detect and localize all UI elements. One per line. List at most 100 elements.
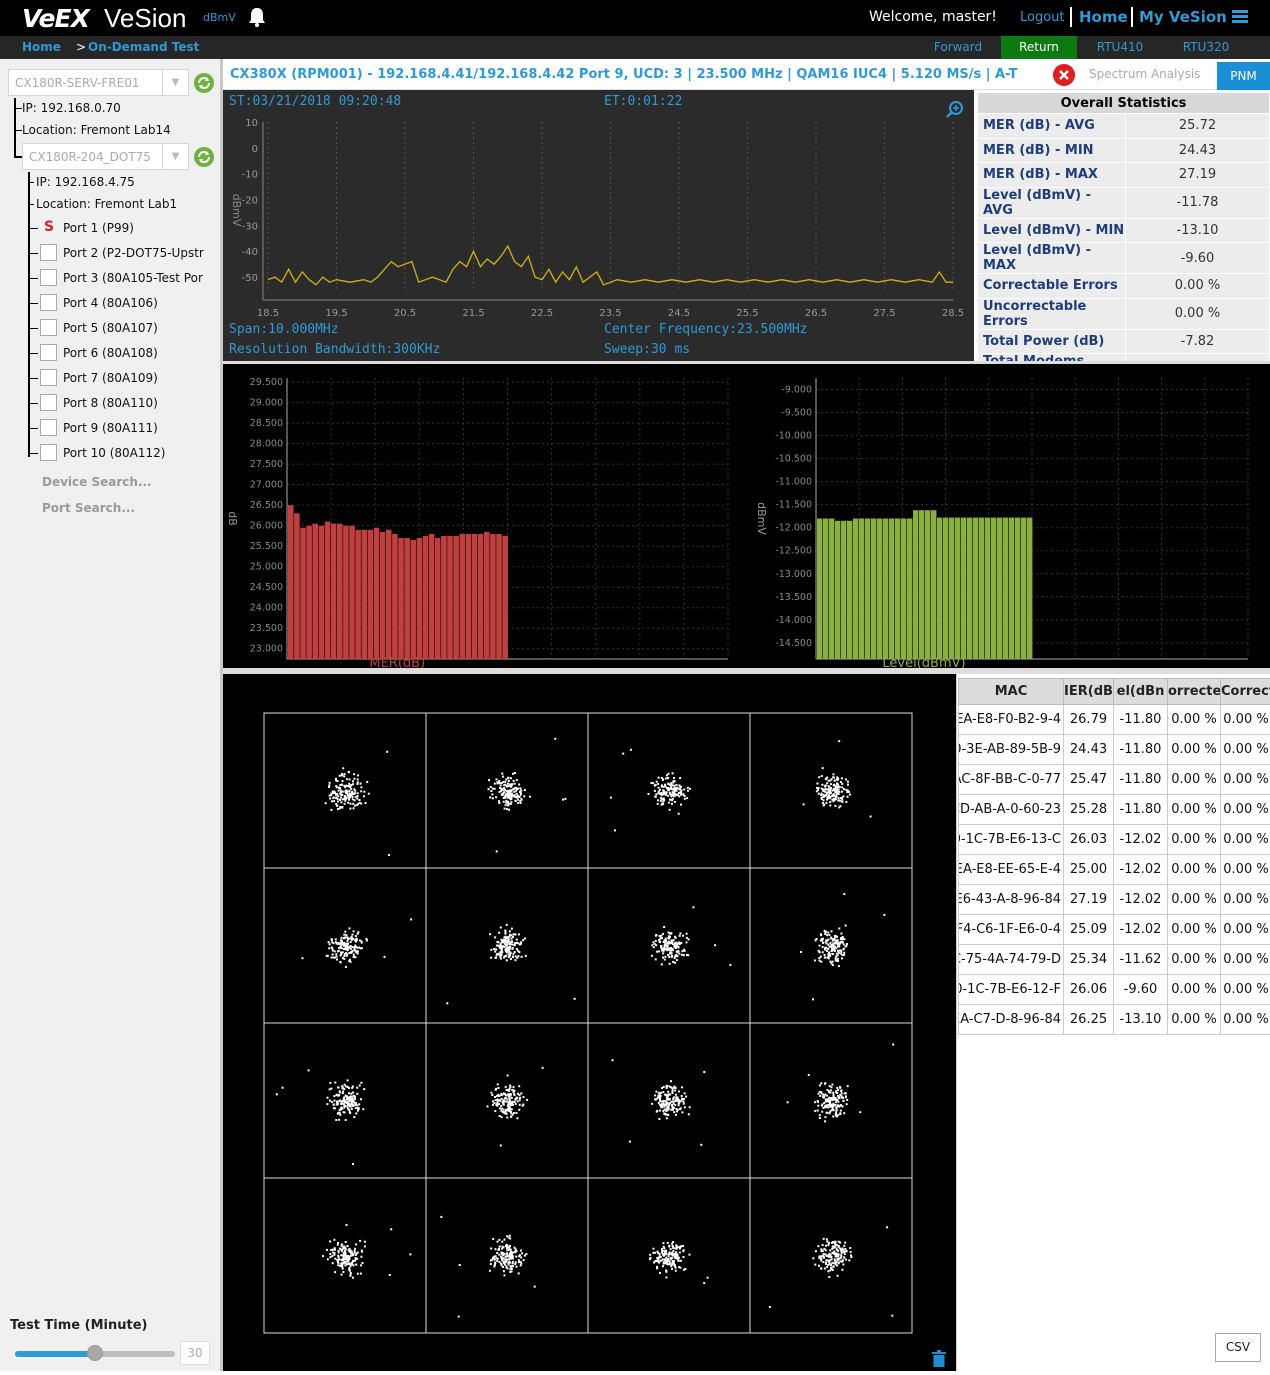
tree-line <box>28 182 34 183</box>
test-time-slider-handle[interactable] <box>87 1345 103 1361</box>
bar <box>1021 518 1026 659</box>
bar <box>997 518 1002 659</box>
table-cell: 25.47 <box>1064 765 1114 795</box>
bar <box>441 536 447 659</box>
my-vesion-link[interactable]: My VeSion <box>1139 8 1227 26</box>
device-select-1[interactable]: CX180R-SERV-FRE01 ▼ <box>8 69 189 96</box>
table-row[interactable]: 0-1C-7B-E6-12-F26.06-9.600.00 %0.00 % <box>959 975 1270 1005</box>
port-label[interactable]: Port 7 (80A109) <box>63 371 211 385</box>
port-checkbox[interactable] <box>40 294 57 311</box>
table-cell: 0.00 % <box>1168 825 1221 855</box>
table-row[interactable]: 0-60-23-CD-AB-A25.28-11.800.00 %0.00 % <box>959 795 1270 825</box>
table-cell: 0.00 % <box>1168 735 1221 765</box>
table-cell: 0.00 % <box>1168 945 1221 975</box>
bar <box>853 519 858 660</box>
column-header[interactable]: IER(dB <box>1064 679 1114 705</box>
bar <box>877 519 882 660</box>
table-row[interactable]: 8-96-84-E6-43-A27.19-12.020.00 %0.00 % <box>959 885 1270 915</box>
port-checkbox[interactable] <box>40 419 57 436</box>
bar <box>313 524 319 659</box>
port-label[interactable]: Port 1 (P99) <box>63 221 211 235</box>
table-cell: 27.19 <box>1064 885 1114 915</box>
table-row[interactable]: 4-EA-E8-F0-B2-926.79-11.800.00 %0.00 % <box>959 705 1270 735</box>
port-checkbox[interactable] <box>40 344 57 361</box>
bar <box>392 534 398 659</box>
port-label[interactable]: Port 8 (80A110) <box>63 396 211 410</box>
table-cell: -12.02 <box>1114 915 1168 945</box>
port-label[interactable]: Port 9 (80A111) <box>63 421 211 435</box>
y-tick-label: -50 <box>242 273 258 284</box>
y-tick-label: -40 <box>242 247 258 258</box>
bar <box>943 518 948 659</box>
y-axis-label: dBmV <box>755 502 768 535</box>
device-search-link[interactable]: Device Search... <box>42 475 152 489</box>
y-tick-label: 28.500 <box>250 418 283 429</box>
bar <box>404 538 410 659</box>
stats-value: -9.60 <box>1126 243 1270 274</box>
port-checkbox[interactable] <box>40 244 57 261</box>
logout-link[interactable]: Logout <box>1020 10 1065 25</box>
y-tick-label: -11.500 <box>775 500 812 511</box>
test-info-text: CX380X (RPM001) - 192.168.4.41/192.168.4… <box>230 67 1045 82</box>
port-label[interactable]: Port 3 (80A105-Test Por <box>63 271 211 285</box>
bell-icon[interactable] <box>246 6 268 28</box>
close-icon[interactable] <box>1053 64 1075 86</box>
mac-cell: 4-EA-E8-F0-B2-9 <box>959 705 1064 735</box>
table-row[interactable]: C-75-4A-74-79-D25.34-11.620.00 %0.00 % <box>959 945 1270 975</box>
port-checkbox[interactable] <box>40 444 57 461</box>
tab-return[interactable]: Return <box>1001 36 1077 59</box>
refresh-icon[interactable] <box>193 72 215 94</box>
tree-line <box>28 378 38 379</box>
breadcrumb-home[interactable]: Home <box>22 40 61 54</box>
table-cell: -13.10 <box>1114 1005 1168 1035</box>
port-label[interactable]: Port 6 (80A108) <box>63 346 211 360</box>
tab-forward[interactable]: Forward <box>916 36 1000 59</box>
refresh-icon[interactable] <box>193 146 215 168</box>
port-label[interactable]: Port 10 (80A112) <box>63 446 211 460</box>
stats-value: 25.72 <box>1126 114 1270 139</box>
tab-pnm[interactable]: PNM <box>1217 62 1270 90</box>
x-tick-label: 18.5 <box>257 308 279 319</box>
resolution-bandwidth-text: Resolution Bandwidth:300KHz <box>229 342 440 357</box>
y-tick-label: 24.000 <box>250 603 283 614</box>
column-header[interactable]: MAC <box>959 679 1064 705</box>
divider <box>1131 7 1133 27</box>
table-cell: 25.34 <box>1064 945 1114 975</box>
port-checkbox[interactable] <box>40 394 57 411</box>
tab-rtu410[interactable]: RTU410 <box>1077 36 1163 59</box>
port-label[interactable]: Port 4 (80A106) <box>63 296 211 310</box>
table-row[interactable]: 0-77-AC-8F-BB-C25.47-11.800.00 %0.00 % <box>959 765 1270 795</box>
hamburger-menu-icon[interactable] <box>1232 10 1248 24</box>
stats-label: Level (dBmV) - AVG <box>978 187 1126 218</box>
tab-rtu320[interactable]: RTU320 <box>1163 36 1249 59</box>
column-header[interactable]: orrecte <box>1168 679 1221 705</box>
tab-spectrum-analysis[interactable]: Spectrum Analysis <box>1089 67 1200 81</box>
bar <box>331 524 337 659</box>
port-checkbox[interactable] <box>40 319 57 336</box>
stats-value: 27.19 <box>1126 163 1270 188</box>
table-cell: 26.79 <box>1064 705 1114 735</box>
table-row[interactable]: 4-EA-E8-EE-65-E25.00-12.020.00 %0.00 % <box>959 855 1270 885</box>
port-checkbox[interactable] <box>40 369 57 386</box>
trash-icon[interactable] <box>932 1350 946 1367</box>
port-search-link[interactable]: Port Search... <box>42 501 135 515</box>
breadcrumb-current[interactable]: On-Demand Test <box>88 40 199 54</box>
table-row[interactable]: 0-3E-AB-89-5B-924.43-11.800.00 %0.00 % <box>959 735 1270 765</box>
bar <box>883 519 888 660</box>
port-checkbox[interactable] <box>40 269 57 286</box>
table-cell: 0.00 % <box>1168 975 1221 1005</box>
test-time-value[interactable]: 30 <box>180 1341 210 1365</box>
span-text: Span:10.000MHz <box>229 322 339 337</box>
table-row[interactable]: 4-F4-C6-1F-E6-025.09-12.020.00 %0.00 % <box>959 915 1270 945</box>
table-row[interactable]: 8-96-84-EA-C7-D26.25-13.100.00 %0.00 % <box>959 1005 1270 1035</box>
device-select-2[interactable]: CX180R-204_DOT75 ▼ <box>22 143 189 170</box>
port-label[interactable]: Port 2 (P2-DOT75-Upstr <box>63 246 211 260</box>
csv-export-button[interactable]: CSV <box>1215 1333 1261 1362</box>
home-link[interactable]: Home <box>1079 8 1128 26</box>
bar <box>817 519 822 660</box>
column-header[interactable]: Correct <box>1221 679 1270 705</box>
column-header[interactable]: el(dBn <box>1114 679 1168 705</box>
port-label[interactable]: Port 5 (80A107) <box>63 321 211 335</box>
bar <box>985 518 990 659</box>
table-row[interactable]: 0-1C-7B-E6-13-C26.03-12.020.00 %0.00 % <box>959 825 1270 855</box>
